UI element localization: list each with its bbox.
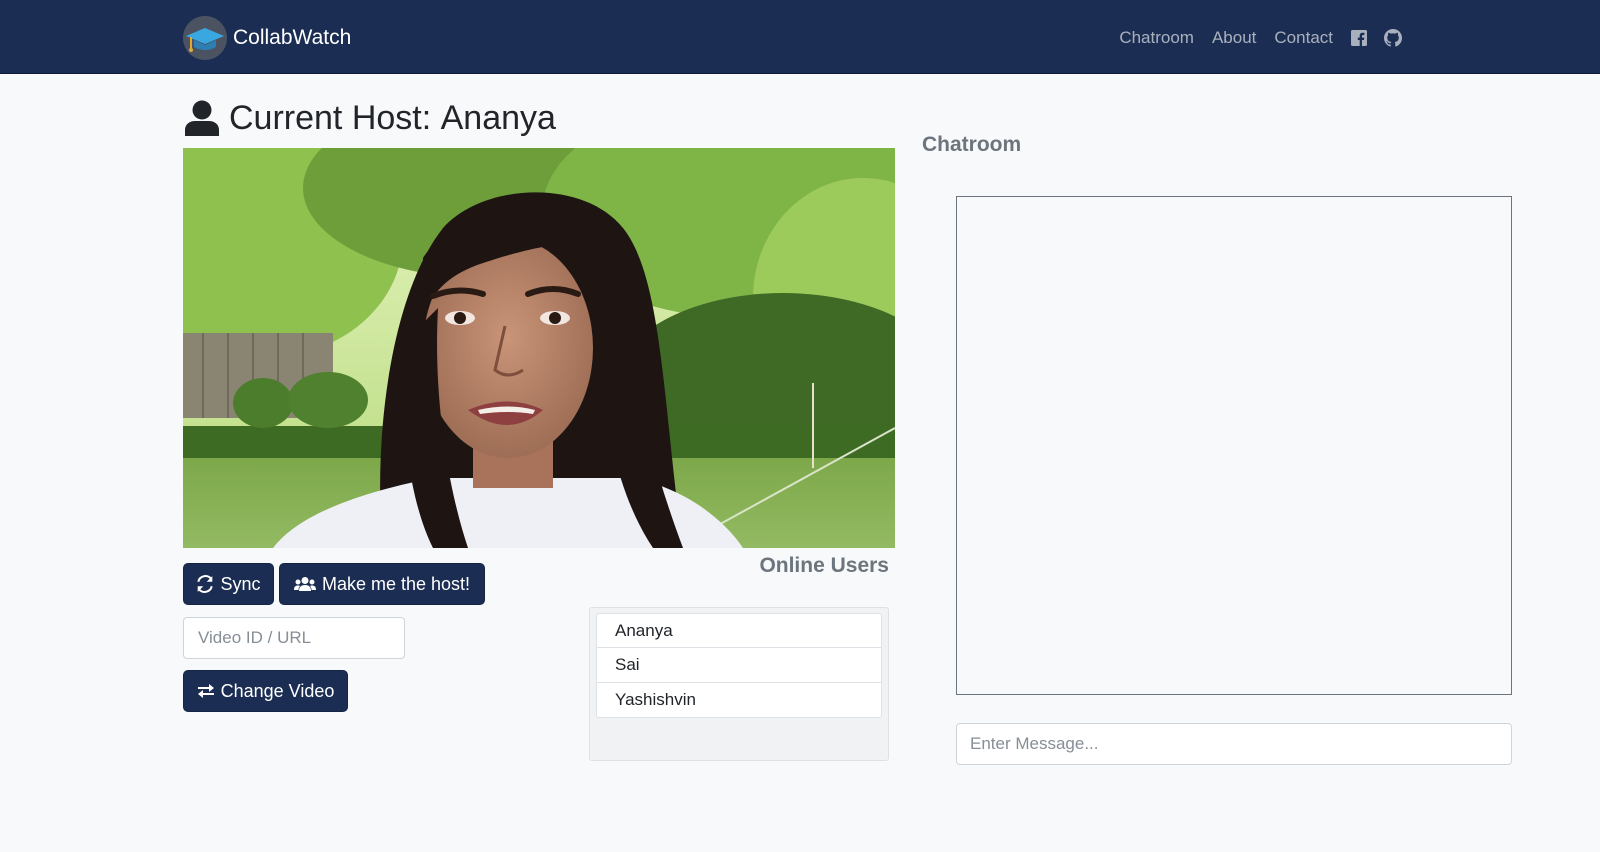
change-video-button[interactable]: Change Video (183, 670, 348, 712)
github-icon[interactable] (1376, 22, 1410, 54)
make-host-button-label: Make me the host! (321, 573, 471, 594)
brand-link[interactable]: CollabWatch (183, 15, 351, 61)
sync-button-label: Sync (220, 573, 261, 594)
change-video-button-label: Change Video (220, 680, 335, 701)
video-frame (183, 148, 895, 548)
users-icon (293, 577, 316, 591)
nav-link-about[interactable]: About (1203, 28, 1265, 48)
nav-links: Chatroom About Contact (1110, 22, 1410, 54)
online-users-list: Ananya Sai Yashishvin (589, 607, 889, 761)
online-users-title: Online Users (759, 554, 889, 577)
current-host-name: Ananya (440, 98, 556, 137)
nav-link-chatroom[interactable]: Chatroom (1110, 28, 1203, 48)
sync-icon (197, 575, 214, 593)
chat-messages-area[interactable] (956, 196, 1512, 695)
nav-link-contact[interactable]: Contact (1265, 28, 1342, 48)
brand-name: CollabWatch (233, 26, 352, 49)
chatroom-title: Chatroom (922, 133, 1022, 156)
chat-message-input[interactable] (956, 723, 1512, 765)
person-icon (183, 100, 221, 136)
make-host-button[interactable]: Make me the host! (279, 563, 485, 605)
sync-button[interactable]: Sync (183, 563, 274, 605)
online-user-item[interactable]: Sai (596, 648, 882, 683)
online-user-item[interactable]: Yashishvin (596, 683, 882, 718)
video-player[interactable] (183, 148, 895, 548)
video-id-input[interactable] (183, 617, 405, 659)
current-host-heading: Current Host: Ananya (183, 96, 556, 140)
facebook-icon[interactable] (1342, 22, 1376, 54)
online-user-item[interactable]: Ananya (596, 613, 882, 648)
top-navbar: CollabWatch Chatroom About Contact (0, 0, 1600, 74)
graduation-cap-icon (183, 16, 227, 60)
exchange-icon (197, 684, 214, 698)
current-host-label: Current Host: (229, 98, 441, 137)
